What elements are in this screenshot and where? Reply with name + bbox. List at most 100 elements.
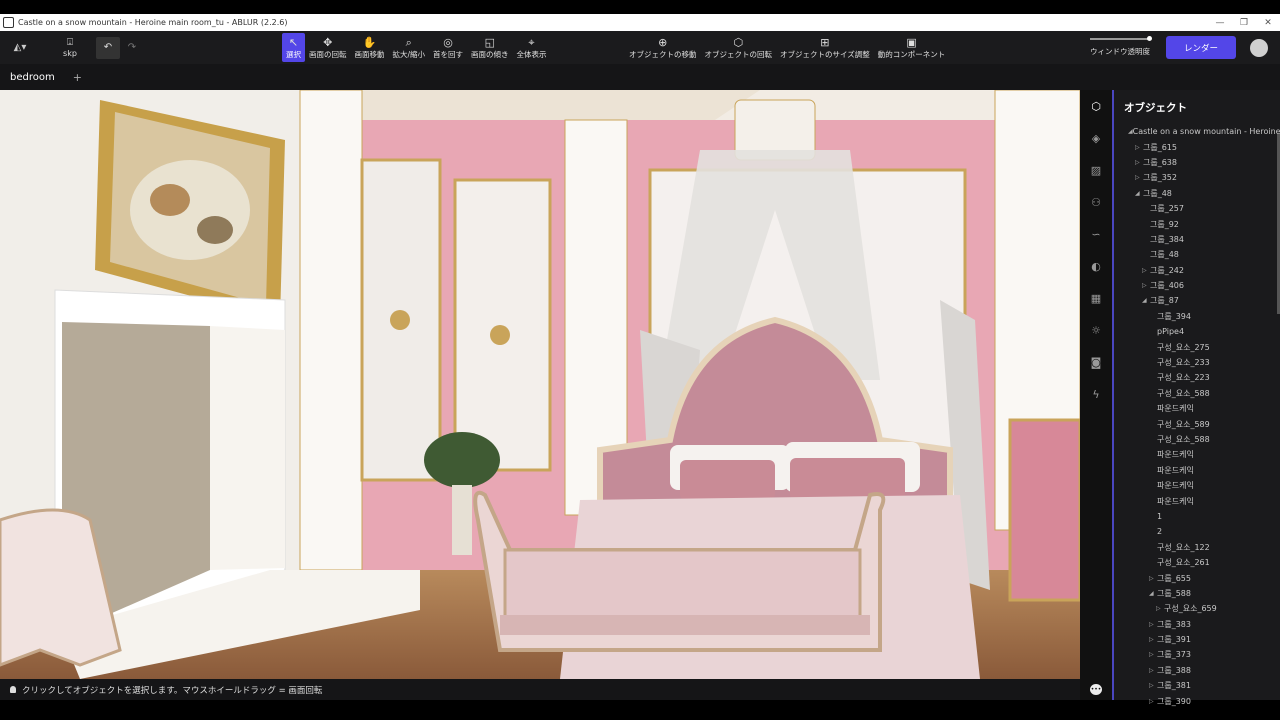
tree-item[interactable]: ▷ 그룹_406 [1114, 278, 1280, 293]
tree-item[interactable]: ▷ 그룹_390 [1114, 693, 1280, 708]
tree-item[interactable]: ▷ 그룹_383 [1114, 617, 1280, 632]
expanded-arrow-icon[interactable]: ◢ [1142, 297, 1150, 304]
collapsed-arrow-icon[interactable]: ▷ [1156, 605, 1164, 612]
tree-item[interactable]: ◢ 그룹_48 [1114, 186, 1280, 201]
collapsed-arrow-icon[interactable]: ▷ [1149, 651, 1157, 658]
tool-object-rotate[interactable]: ⬡ オブジェクトの回転 [701, 33, 777, 62]
people-icon[interactable]: ⚇ [1091, 196, 1101, 228]
scene-tab-bedroom[interactable]: bedroom [0, 72, 65, 83]
window-opacity-control[interactable]: ウィンドウ透明度 [1088, 33, 1152, 57]
tree-item[interactable]: ▷ 그룹_391 [1114, 632, 1280, 647]
tool-dynamic-component[interactable]: ▣ 動的コンポーネント [874, 33, 950, 62]
undo-button[interactable]: ↶ [96, 36, 120, 59]
tool-label: オブジェクトの回転 [704, 49, 773, 59]
effects-icon[interactable]: ϟ [1092, 388, 1099, 420]
opacity-slider-knob[interactable] [1147, 36, 1152, 41]
light-icon[interactable]: ☼ [1091, 324, 1101, 356]
collapsed-arrow-icon[interactable]: ▷ [1149, 621, 1157, 628]
render-button[interactable]: レンダー [1166, 36, 1236, 59]
camera-icon[interactable]: ◙ [1091, 356, 1102, 388]
tool-hand[interactable]: ✋ 画面移動 [351, 33, 389, 62]
environment-icon[interactable]: ◐ [1091, 260, 1101, 292]
close-button[interactable]: ✕ [1256, 18, 1280, 28]
tree-item[interactable]: ▷ 그룹_352 [1114, 170, 1280, 185]
tree-item[interactable]: ▷ 그룹_655 [1114, 570, 1280, 585]
layers-icon[interactable]: ◈ [1092, 132, 1100, 164]
skp-import-button[interactable]: ⍗ skp [52, 33, 88, 63]
tree-item[interactable]: 파운드케익 [1114, 401, 1280, 416]
tree-item[interactable]: 구성_요소_223 [1114, 370, 1280, 385]
tree-item[interactable]: ▷ 그룹_638 [1114, 155, 1280, 170]
tool-zoom[interactable]: ⌕ 拡大/縮小 [389, 33, 430, 62]
tree-item[interactable]: 그룹_48 [1114, 247, 1280, 262]
tool-label: 動的コンポーネント [877, 49, 946, 59]
tree-item[interactable]: 파운드케익 [1114, 493, 1280, 508]
objects-icon[interactable]: ⬡ [1091, 100, 1101, 132]
collapsed-arrow-icon[interactable]: ▷ [1135, 144, 1143, 151]
tool-head-rotate[interactable]: ◎ 首を回す [429, 33, 467, 62]
tree-item[interactable]: ▷ 그룹_388 [1114, 663, 1280, 678]
tree-item[interactable]: 파운드케익 [1114, 463, 1280, 478]
expanded-arrow-icon[interactable]: ◢ [1135, 190, 1143, 197]
collapsed-arrow-icon[interactable]: ▷ [1149, 698, 1157, 705]
collapsed-arrow-icon[interactable]: ▷ [1149, 575, 1157, 582]
tree-item[interactable]: pPipe4 [1114, 324, 1280, 339]
path-icon[interactable]: ∽ [1091, 228, 1100, 260]
tree-item[interactable]: ▷ 그룹_373 [1114, 647, 1280, 662]
tree-item[interactable]: 구성_요소_261 [1114, 555, 1280, 570]
collapsed-arrow-icon[interactable]: ▷ [1135, 159, 1143, 166]
tool-label: 画面の傾き [471, 49, 509, 59]
chat-icon[interactable]: ••• [1090, 684, 1102, 695]
tree-item[interactable]: 구성_요소_589 [1114, 416, 1280, 431]
collapsed-arrow-icon[interactable]: ▷ [1149, 667, 1157, 674]
tree-item[interactable]: 구성_요소_588 [1114, 386, 1280, 401]
opacity-slider[interactable] [1090, 36, 1152, 41]
tree-item[interactable]: ▷ 구성_요소_659 [1114, 601, 1280, 616]
tree-item[interactable]: 그룹_394 [1114, 309, 1280, 324]
tree-item[interactable]: 파운드케익 [1114, 478, 1280, 493]
image-icon[interactable]: ▦ [1091, 292, 1101, 324]
tree-item[interactable]: 구성_요소_588 [1114, 432, 1280, 447]
tree-item[interactable]: ◢Castle on a snow mountain - Heroine mai… [1114, 124, 1280, 139]
collapsed-arrow-icon[interactable]: ▷ [1135, 174, 1143, 181]
collapsed-arrow-icon[interactable]: ▷ [1149, 682, 1157, 689]
tree-item[interactable]: 그룹_92 [1114, 216, 1280, 231]
app-menu-button[interactable]: ◭▾ [0, 31, 40, 64]
redo-button[interactable]: ↷ [120, 37, 144, 59]
tree-item[interactable]: ◢ 그룹_588 [1114, 586, 1280, 601]
tree-item[interactable]: 구성_요소_275 [1114, 339, 1280, 354]
tree-item[interactable]: ▷ 그룹_242 [1114, 263, 1280, 278]
3d-viewport[interactable] [0, 90, 1080, 679]
window-titlebar: Castle on a snow mountain - Heroine main… [0, 14, 1280, 31]
user-avatar[interactable] [1250, 39, 1268, 57]
tool-rotate-view[interactable]: ✥ 画面の回転 [305, 33, 351, 62]
tree-item[interactable]: 2 [1114, 524, 1280, 539]
maximize-button[interactable]: ❐ [1232, 18, 1256, 28]
collapsed-arrow-icon[interactable]: ▷ [1142, 282, 1150, 289]
materials-icon[interactable]: ▨ [1091, 164, 1101, 196]
tree-item[interactable]: 1 [1114, 509, 1280, 524]
hint-bulb-icon [10, 686, 16, 693]
tree-item[interactable]: 그룹_384 [1114, 232, 1280, 247]
pillow-pink-right [790, 458, 905, 500]
tool-fit-all[interactable]: ⌖ 全体表示 [513, 33, 551, 62]
tool-tilt[interactable]: ◱ 画面の傾き [467, 33, 513, 62]
collapsed-arrow-icon[interactable]: ▷ [1142, 267, 1150, 274]
tree-item[interactable]: 그룹_257 [1114, 201, 1280, 216]
minimize-button[interactable]: — [1208, 18, 1232, 28]
tool-object-scale[interactable]: ⊞ オブジェクトのサイズ調整 [776, 33, 874, 62]
tool-object-move[interactable]: ⊕ オブジェクトの移動 [625, 33, 701, 62]
collapsed-arrow-icon[interactable]: ▷ [1149, 636, 1157, 643]
tree-item[interactable]: 구성_요소_122 [1114, 540, 1280, 555]
tree-item[interactable]: ▷ 그룹_381 [1114, 678, 1280, 693]
wall-sconce-left [390, 310, 410, 330]
tree-item[interactable]: ▷ 그룹_615 [1114, 139, 1280, 154]
scene-tabbar: bedroom + [0, 64, 1280, 90]
add-scene-button[interactable]: + [73, 71, 82, 84]
tool-cursor[interactable]: ↖ 選択 [282, 33, 305, 62]
tree-item-label: 그룹_388 [1157, 665, 1191, 675]
tree-item[interactable]: ◢ 그룹_87 [1114, 293, 1280, 308]
tree-item[interactable]: 구성_요소_233 [1114, 355, 1280, 370]
tree-item[interactable]: 파운드케익 [1114, 447, 1280, 462]
expanded-arrow-icon[interactable]: ◢ [1149, 590, 1157, 597]
